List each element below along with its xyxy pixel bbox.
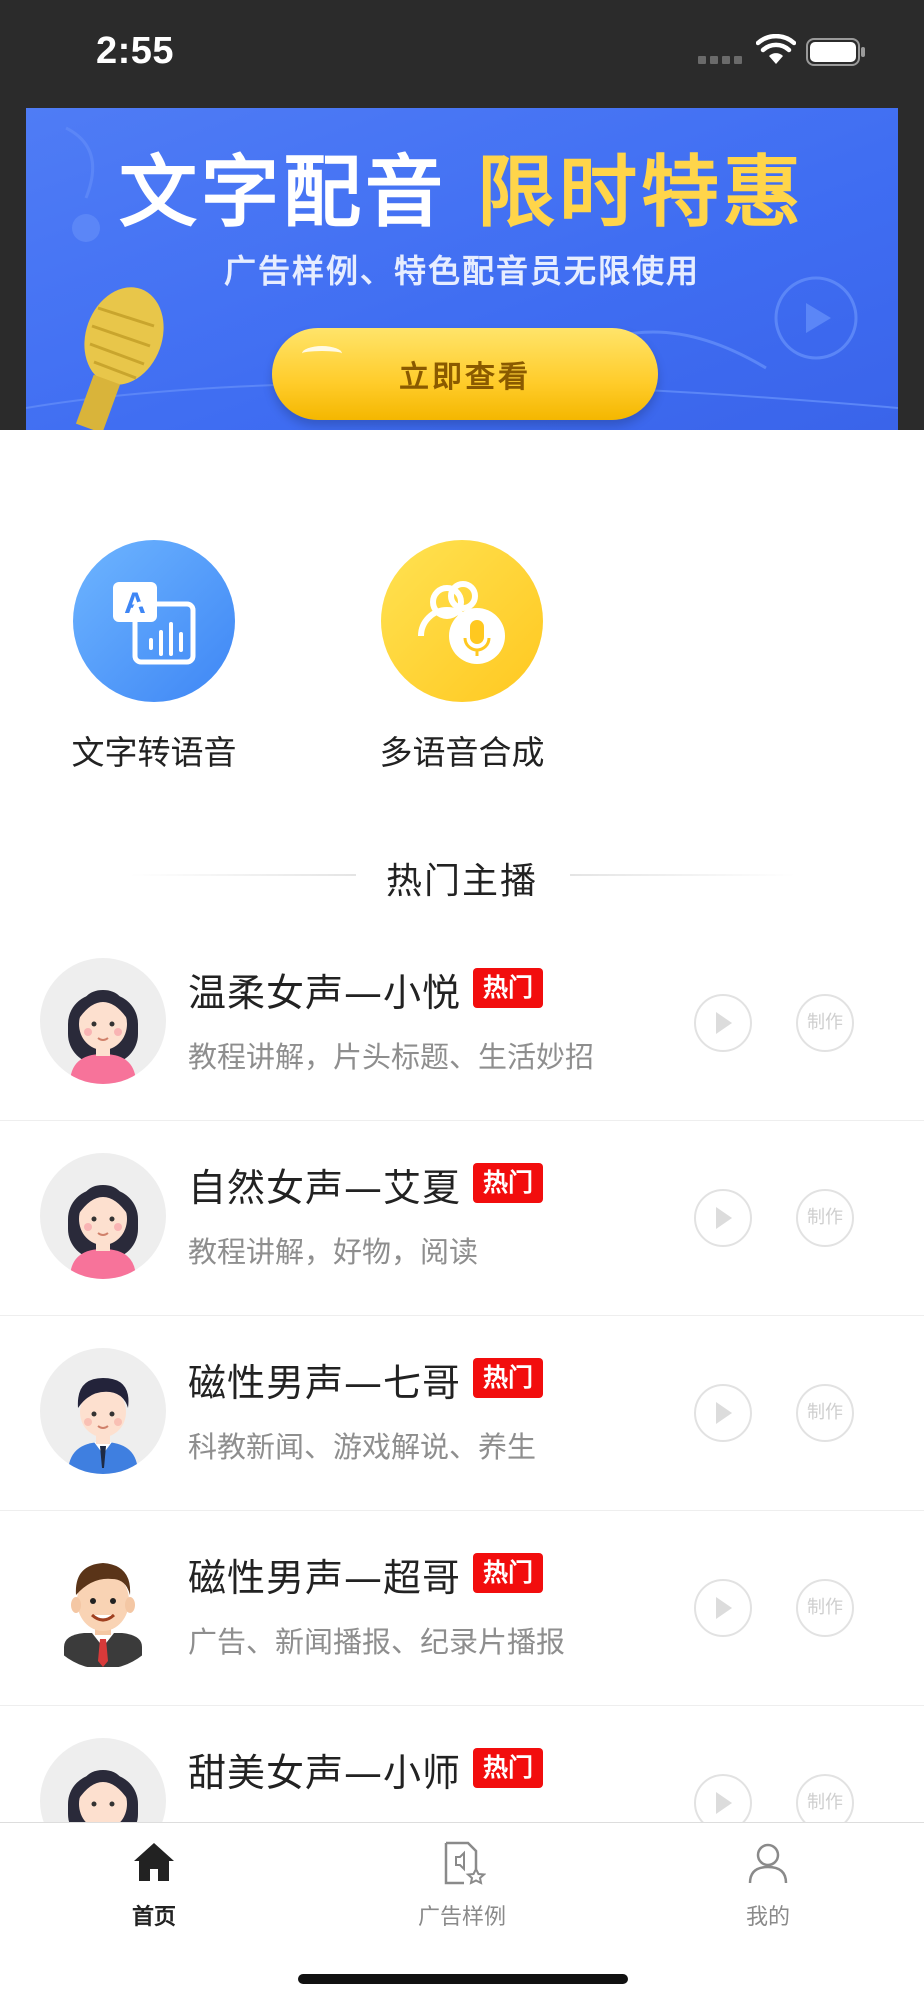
hot-badge: 热门 (473, 968, 544, 1008)
view-now-label: 立即查看 (399, 360, 531, 395)
microphone-icon (75, 287, 164, 430)
section-header: 热门主播 (0, 846, 924, 906)
button-shine (302, 346, 342, 361)
anchor-name: 磁性男声—七哥 (188, 1361, 462, 1405)
anchor-name: 磁性男声—超哥 (188, 1556, 462, 1600)
wifi-icon (756, 34, 796, 64)
banner-title-yellow: 限时特惠 (477, 148, 806, 238)
businessman-avatar-icon (40, 1543, 166, 1669)
status-time: 2:55 (96, 30, 175, 72)
female-avatar-icon (40, 958, 166, 1084)
hot-badge: 热门 (473, 1163, 544, 1203)
tab-mine[interactable]: 我的 (678, 1839, 858, 1931)
anchor-row[interactable]: 温柔女声—小悦 热门 教程讲解，片头标题、生活妙招 制作 (0, 926, 924, 1121)
female-avatar-icon (40, 1153, 166, 1279)
make-button[interactable]: 制作 (796, 1189, 854, 1247)
make-button[interactable]: 制作 (796, 1384, 854, 1442)
tab-home[interactable]: 首页 (64, 1839, 244, 1931)
anchor-description: 教程讲解，好物，阅读 (188, 1235, 479, 1269)
banner-title-white: 文字配音 (118, 148, 447, 238)
feature-label: 文字转语音 (71, 733, 237, 772)
section-title: 热门主播 (385, 861, 538, 902)
anchor-description: 教程讲解，片头标题、生活妙招 (188, 1040, 595, 1074)
anchor-row[interactable]: 自然女声—艾夏 热门 教程讲解，好物，阅读 制作 (0, 1121, 924, 1316)
tab-samples[interactable]: 广告样例 (372, 1839, 552, 1931)
text-to-speech-icon: A (73, 540, 235, 702)
feature-multi-voice[interactable]: 多语音合成 (362, 540, 562, 774)
anchor-description: 科教新闻、游戏解说、养生 (188, 1430, 537, 1464)
male-avatar-icon (40, 1348, 166, 1474)
view-now-button[interactable]: 立即查看 (272, 328, 658, 420)
anchor-list: 温柔女声—小悦 热门 教程讲解，片头标题、生活妙招 制作 自然女声—艾夏 热门 … (0, 926, 924, 1901)
hot-badge: 热门 (473, 1358, 544, 1398)
play-button[interactable] (694, 1189, 752, 1247)
anchor-name: 甜美女声—小师 (188, 1751, 462, 1795)
home-icon (134, 1843, 174, 1881)
audio-document-star-icon (444, 1841, 486, 1885)
feature-label: 多语音合成 (379, 733, 545, 772)
banner-title: 文字配音 限时特惠 (26, 130, 898, 242)
play-icon (716, 1597, 732, 1619)
tab-label: 广告样例 (417, 1905, 506, 1930)
promo-banner[interactable]: 文字配音 限时特惠 广告样例、特色配音员无限使用 立即查看 (26, 108, 898, 430)
play-button[interactable] (694, 994, 752, 1052)
hot-badge: 热门 (473, 1748, 544, 1788)
multi-voice-icon (381, 540, 543, 702)
anchor-description: 广告、新闻播报、纪录片播报 (188, 1625, 566, 1659)
make-button[interactable]: 制作 (796, 994, 854, 1052)
anchor-name: 温柔女声—小悦 (188, 971, 462, 1015)
feature-text-to-speech[interactable]: A 文字转语音 (54, 540, 254, 774)
home-indicator[interactable] (298, 1974, 628, 1984)
tab-label: 首页 (131, 1905, 176, 1930)
hot-badge: 热门 (473, 1553, 544, 1593)
cellular-signal-icon (698, 56, 744, 66)
person-icon (748, 1843, 788, 1884)
divider-line (570, 874, 796, 876)
play-button[interactable] (694, 1579, 752, 1637)
play-button[interactable] (694, 1384, 752, 1442)
make-button[interactable]: 制作 (796, 1579, 854, 1637)
play-icon (716, 1792, 732, 1814)
tab-label: 我的 (745, 1905, 790, 1930)
anchor-row[interactable]: 磁性男声—超哥 热门 广告、新闻播报、纪录片播报 制作 (0, 1511, 924, 1706)
play-icon (716, 1012, 732, 1034)
battery-icon (806, 38, 865, 66)
play-icon (716, 1207, 732, 1229)
anchor-name: 自然女声—艾夏 (188, 1166, 462, 1210)
anchor-row[interactable]: 磁性男声—七哥 热门 科教新闻、游戏解说、养生 制作 (0, 1316, 924, 1511)
status-bar: 2:55 (0, 0, 924, 108)
play-icon (716, 1402, 732, 1424)
